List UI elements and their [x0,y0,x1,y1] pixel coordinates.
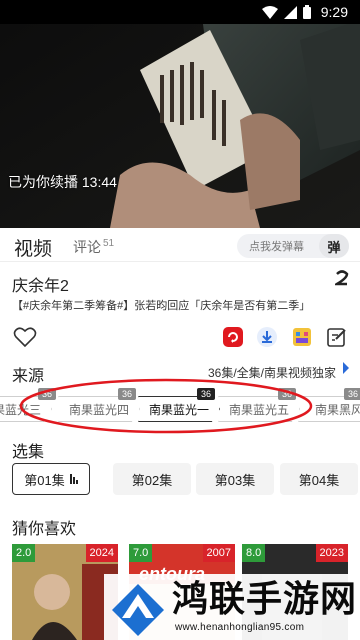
episode-button[interactable]: 第04集 [280,463,358,495]
video-detail-page: 已为你续播 13:44 9:29 视频 评论 51 点我发弹幕 弹 庆余年2 【#… [0,0,360,640]
source-badge: 36 [118,388,136,400]
recommend-card[interactable]: 2.0 2024 [12,544,118,640]
danmaku-placeholder: 点我发弹幕 [249,241,304,253]
status-time: 9:29 [320,4,348,20]
episode-button-active[interactable]: 第01集 [12,463,90,495]
chevron-right-icon[interactable] [342,362,350,377]
playing-icon [69,474,78,484]
battery-icon [302,5,311,19]
action-row [0,324,360,352]
edit-icon[interactable] [324,324,350,350]
episode-label: 第03集 [214,472,256,488]
source-badge: 36 [38,388,56,400]
danmaku-toggle-button[interactable]: 弹 [319,234,349,258]
detail-tabs: 视频 评论 51 点我发弹幕 弹 [0,228,360,262]
episode-label: 第02集 [131,472,173,488]
source-item-label: 南果黑风 [314,402,360,417]
video-player[interactable]: 已为你续播 13:44 [0,0,360,228]
source-item-label: 南果蓝光四 [68,402,129,417]
rating-badge: 2.0 [12,544,36,562]
danmaku-input[interactable]: 点我发弹幕 弹 [237,234,349,258]
source-item-label: 南果蓝光五 [228,402,289,417]
episode-button[interactable]: 第02集 [113,463,191,495]
tab-video[interactable]: 视频 [14,234,52,261]
video-frame [0,0,360,228]
divider [0,261,360,262]
status-bar: 9:29 [0,0,360,24]
show-title: 庆余年2 [12,278,69,295]
repost-icon[interactable] [220,324,246,350]
source-badge: 36 [197,388,215,400]
episode-button[interactable]: 第03集 [196,463,274,495]
rating-badge: 7.0 [129,544,153,562]
watermark-text: 鸿联手游网 [172,579,358,620]
season-icon[interactable] [332,270,349,291]
comment-count: 51 [103,238,115,250]
source-badge: 36 [344,388,360,400]
rating-badge: 8.0 [242,544,266,562]
source-badge: 36 [278,388,296,400]
source-item-label: 南果蓝光一 [148,402,209,417]
episodes-label: 选集 [12,444,45,461]
heart-icon[interactable] [12,324,38,350]
news-ticker[interactable]: 【#庆余年第二季筹备#】张若昀回应「庆余年是否有第二季」 [12,297,352,313]
source-item-label: 南果蓝光三 [0,402,41,417]
source-info[interactable]: 36集/全集/南果视频独家 [208,364,336,381]
episode-label: 第04集 [298,472,340,488]
year-badge: 2023 [315,544,348,562]
gift-icon[interactable] [289,324,315,350]
signal-icon [283,5,297,19]
wifi-icon [261,5,278,19]
source-list[interactable]: 南果蓝光三 36 南果蓝光四 36 南果蓝光一 36 南果蓝光五 36 南果黑风… [0,388,360,430]
year-badge: 2007 [202,544,235,562]
year-badge: 2024 [85,544,118,562]
source-label: 来源 [12,368,45,385]
watermark-url: www.henanhonglian95.com [175,622,305,633]
tab-comment-label: 评论 [73,239,101,255]
resume-playback-text: 已为你续播 13:44 [8,174,117,190]
download-icon[interactable] [254,324,280,350]
tab-comment[interactable]: 评论 51 [73,237,114,257]
recommend-label: 猜你喜欢 [12,521,77,538]
episode-label: 第01集 [24,472,65,488]
watermark-logo [112,584,164,636]
